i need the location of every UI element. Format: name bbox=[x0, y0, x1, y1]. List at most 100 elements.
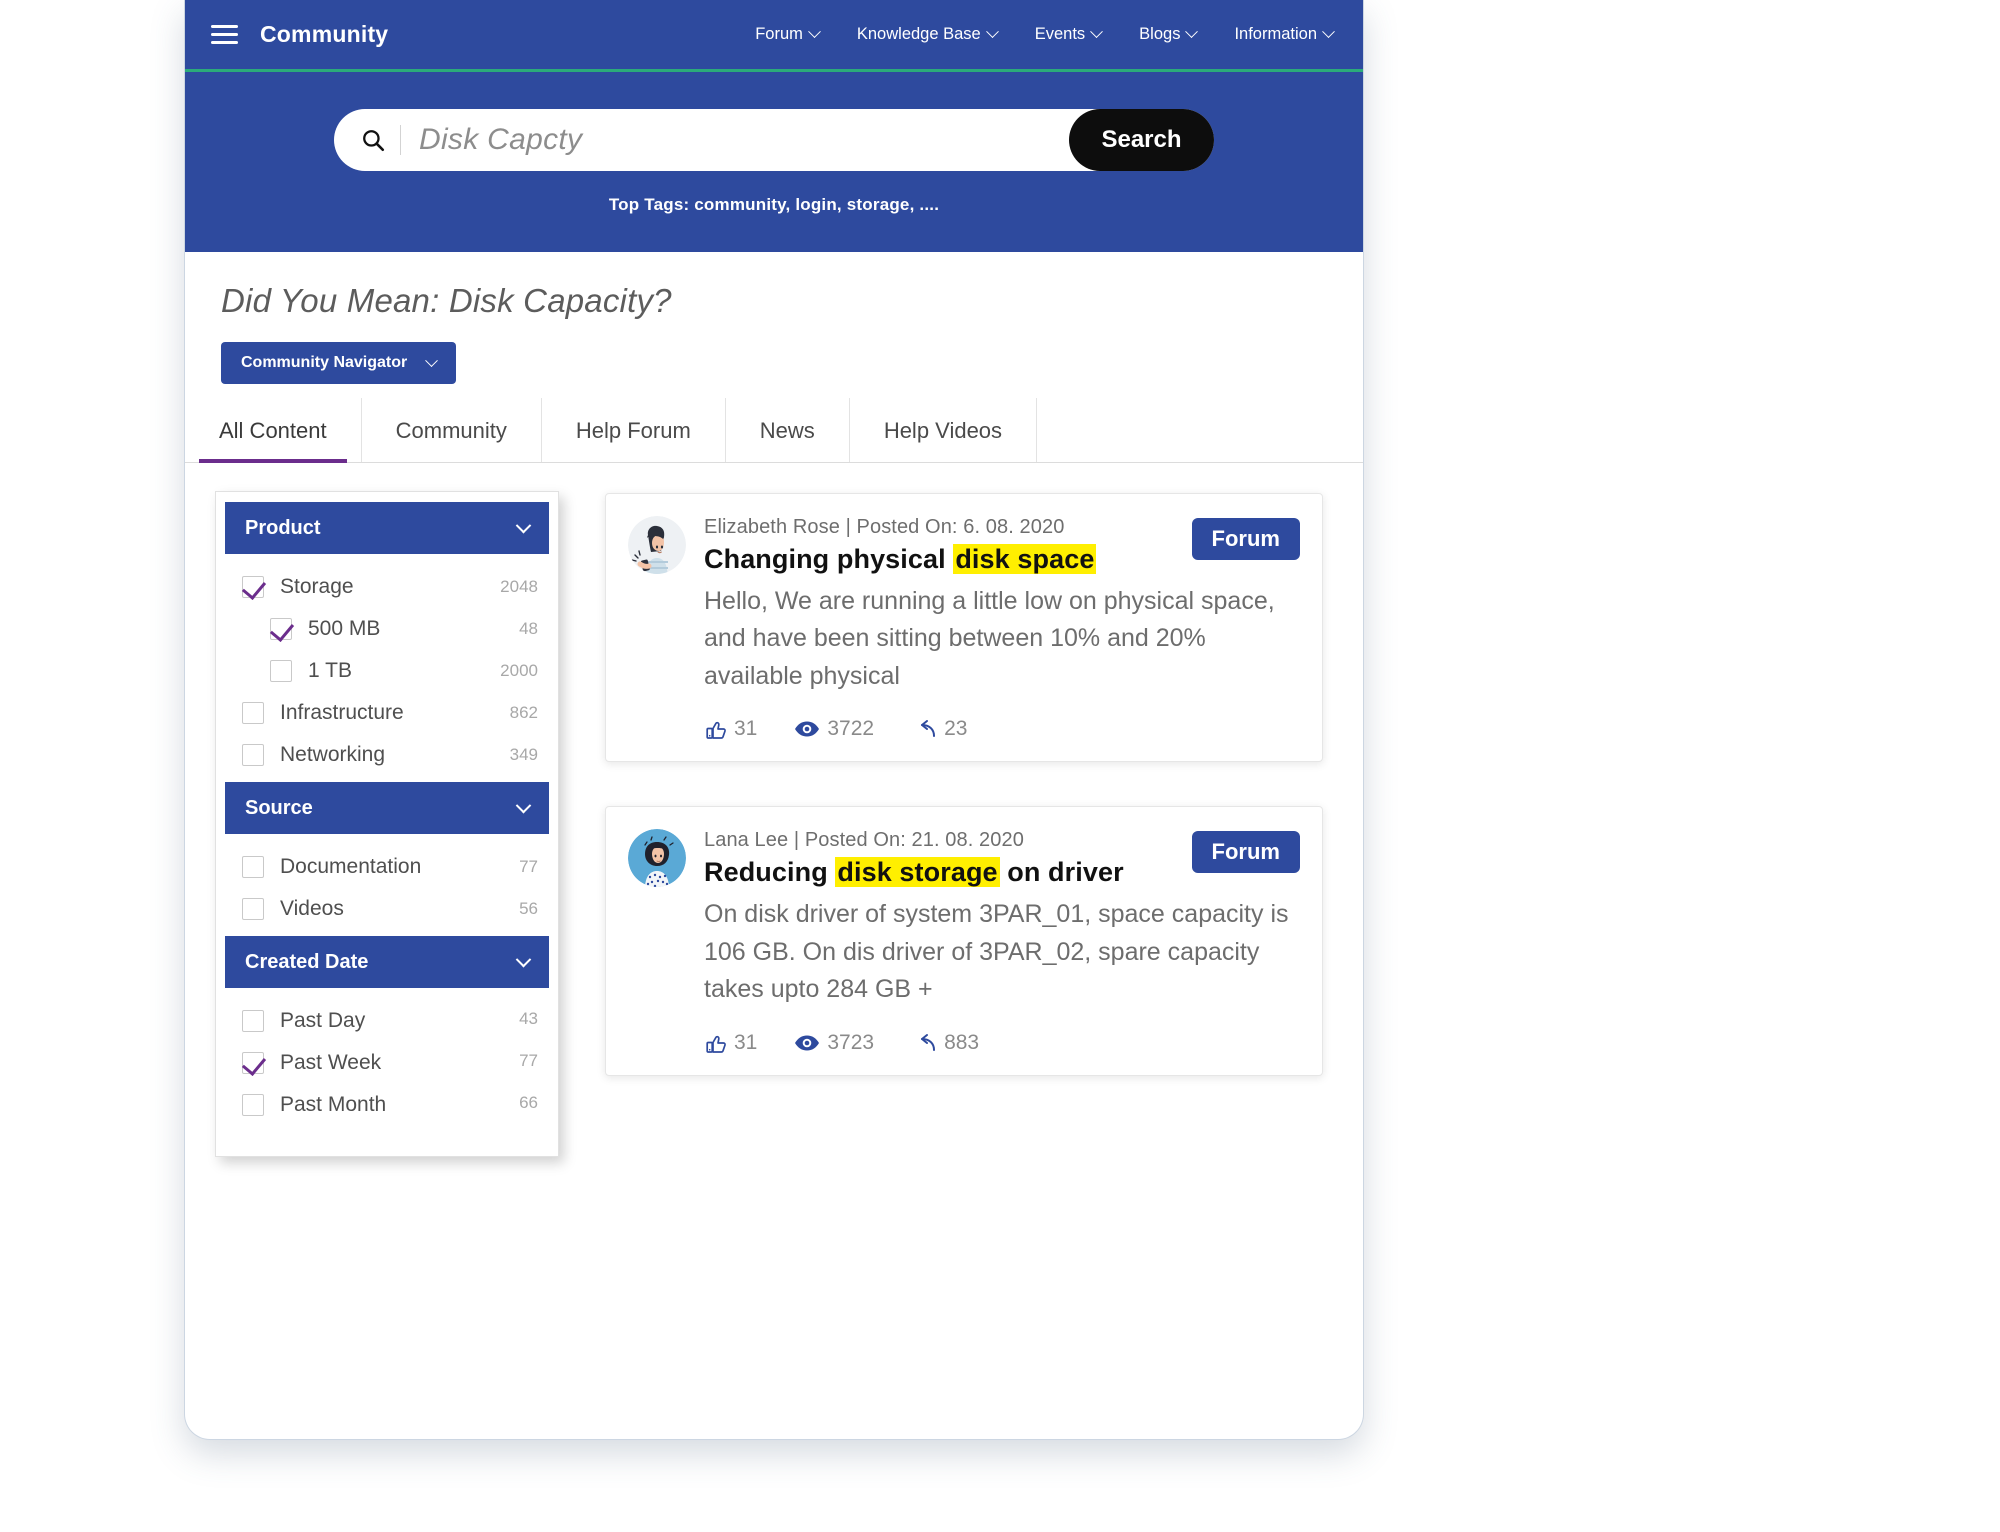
likes-stat[interactable]: 31 bbox=[704, 717, 757, 741]
search-band: Search Top Tags: community, login, stora… bbox=[185, 72, 1363, 252]
facet-item-count: 48 bbox=[519, 619, 538, 638]
facet-item-count: 862 bbox=[509, 703, 538, 722]
result-snippet: On disk driver of system 3PAR_01, space … bbox=[704, 900, 1289, 1003]
facet-item-count: 349 bbox=[509, 745, 538, 764]
checkbox-icon[interactable] bbox=[242, 898, 264, 920]
facet-item-count: 43 bbox=[519, 1009, 538, 1028]
hamburger-icon[interactable] bbox=[211, 25, 238, 44]
result-card[interactable]: Forum bbox=[605, 806, 1323, 1076]
checkbox-icon[interactable] bbox=[270, 660, 292, 682]
facet-item-label: Documentation bbox=[280, 855, 422, 878]
checkbox-icon[interactable] bbox=[242, 1010, 264, 1032]
main-content: Product Storage 2048 500 MB 48 1 TB 2000… bbox=[185, 463, 1363, 1197]
facet-item-label: Past Day bbox=[280, 1009, 366, 1032]
facet-item-500-mb[interactable]: 500 MB 48 bbox=[242, 608, 538, 650]
tab-all-content[interactable]: All Content bbox=[185, 398, 362, 463]
facet-header-source[interactable]: Source bbox=[225, 782, 549, 834]
result-title-after: on driver bbox=[999, 857, 1124, 888]
checkbox-icon[interactable] bbox=[242, 702, 264, 724]
facet-list-product: Storage 2048 500 MB 48 1 TB 2000 Infrast… bbox=[216, 554, 558, 782]
facet-item-videos[interactable]: Videos 56 bbox=[242, 888, 538, 930]
result-stats: 31 3723 883 bbox=[628, 1031, 1296, 1055]
search-button[interactable]: Search bbox=[1069, 109, 1214, 171]
replies-count: 23 bbox=[944, 717, 968, 741]
brand-area: Community bbox=[211, 21, 388, 48]
checkbox-icon[interactable] bbox=[242, 856, 264, 878]
facet-header-product[interactable]: Product bbox=[225, 502, 549, 554]
facet-item-networking[interactable]: Networking 349 bbox=[242, 734, 538, 776]
checkbox-icon[interactable] bbox=[242, 744, 264, 766]
checkbox-icon[interactable] bbox=[242, 1094, 264, 1116]
nav-item-information[interactable]: Information bbox=[1234, 25, 1335, 44]
facet-item-label: Past Week bbox=[280, 1051, 382, 1074]
nav-item-label: Blogs bbox=[1139, 25, 1181, 43]
status-badge: Forum bbox=[1191, 831, 1300, 874]
facet-item-count: 56 bbox=[519, 899, 538, 918]
brand-title: Community bbox=[260, 21, 389, 47]
facet-list-created-date: Past Day 43 Past Week 77 Past Month 66 bbox=[216, 988, 558, 1132]
result-title-highlight: disk storage bbox=[835, 857, 1000, 888]
facet-item-count: 77 bbox=[519, 857, 538, 876]
likes-stat[interactable]: 31 bbox=[704, 1031, 757, 1055]
chevron-down-icon bbox=[1185, 25, 1199, 39]
replies-stat[interactable]: 883 bbox=[910, 1031, 979, 1055]
thumbs-up-icon bbox=[706, 722, 726, 740]
facet-item-infrastructure[interactable]: Infrastructure 862 bbox=[242, 692, 538, 734]
chevron-down-icon bbox=[808, 25, 821, 39]
views-count: 3723 bbox=[827, 1030, 875, 1054]
facet-item-documentation[interactable]: Documentation 77 bbox=[242, 846, 538, 888]
thumbs-up-icon bbox=[706, 1035, 726, 1053]
chevron-down-icon bbox=[985, 25, 999, 39]
did-you-mean-section: Did You Mean: Disk Capacity? Community N… bbox=[185, 252, 1363, 384]
facet-item-label: Storage bbox=[280, 575, 354, 598]
result-card[interactable]: Forum bbox=[605, 493, 1323, 763]
reply-arrow-icon bbox=[921, 1033, 936, 1051]
views-stat[interactable]: 3722 bbox=[793, 717, 874, 741]
facet-item-past-week[interactable]: Past Week 77 bbox=[242, 1042, 538, 1084]
facet-item-past-day[interactable]: Past Day 43 bbox=[242, 1000, 538, 1042]
facet-item-count: 66 bbox=[519, 1093, 538, 1112]
facet-item-past-month[interactable]: Past Month 66 bbox=[242, 1084, 538, 1126]
facet-item-label: 500 MB bbox=[308, 617, 381, 640]
nav-item-label: Information bbox=[1234, 25, 1317, 43]
facet-header-created-date[interactable]: Created Date bbox=[225, 936, 549, 988]
facet-item-count: 77 bbox=[519, 1051, 538, 1070]
did-you-mean-text[interactable]: Did You Mean: Disk Capacity? bbox=[221, 282, 1363, 320]
views-stat[interactable]: 3723 bbox=[793, 1031, 874, 1055]
nav-item-events[interactable]: Events bbox=[1034, 25, 1104, 44]
nav-item-label: Events bbox=[1034, 25, 1086, 43]
checkbox-icon[interactable] bbox=[242, 576, 264, 598]
nav-item-label: Knowledge Base bbox=[856, 25, 981, 43]
eye-icon bbox=[795, 1035, 820, 1050]
nav-item-label: Forum bbox=[755, 25, 803, 43]
nav-item-knowledge-base[interactable]: Knowledge Base bbox=[856, 25, 999, 44]
nav-item-forum[interactable]: Forum bbox=[755, 25, 821, 44]
community-navigator-label: Community Navigator bbox=[241, 354, 408, 371]
replies-stat[interactable]: 23 bbox=[910, 717, 967, 741]
search-divider bbox=[400, 125, 401, 155]
likes-count: 31 bbox=[734, 1030, 758, 1054]
chevron-down-icon bbox=[425, 353, 439, 367]
avatar bbox=[628, 516, 686, 574]
chevron-down-icon bbox=[1090, 25, 1104, 39]
eye-icon bbox=[795, 721, 820, 737]
facet-item-storage[interactable]: Storage 2048 bbox=[242, 566, 538, 608]
filter-sidebar: Product Storage 2048 500 MB 48 1 TB 2000… bbox=[215, 491, 559, 1157]
facet-item-label: Past Month bbox=[280, 1093, 387, 1116]
checkbox-icon[interactable] bbox=[270, 618, 292, 640]
facet-item-1-tb[interactable]: 1 TB 2000 bbox=[242, 650, 538, 692]
nav-item-blogs[interactable]: Blogs bbox=[1139, 25, 1199, 44]
facet-item-label: Videos bbox=[280, 897, 344, 920]
community-navigator-button[interactable]: Community Navigator bbox=[221, 342, 457, 384]
search-results-list: Forum Elizabeth Rose | Posted On: 6. 08.… bbox=[605, 491, 1323, 1157]
tab-help-videos[interactable]: Help Videos bbox=[849, 398, 1038, 462]
facet-title: Product bbox=[245, 516, 321, 539]
views-count: 3722 bbox=[827, 717, 875, 741]
tab-help-forum[interactable]: Help Forum bbox=[541, 398, 726, 462]
content-tabs: All Content Community Help Forum News He… bbox=[185, 398, 1363, 463]
tab-community[interactable]: Community bbox=[361, 398, 542, 462]
checkbox-icon[interactable] bbox=[242, 1052, 264, 1074]
search-bar: Search bbox=[334, 109, 1214, 171]
tab-news[interactable]: News bbox=[725, 398, 850, 462]
facet-item-count: 2000 bbox=[500, 661, 538, 680]
